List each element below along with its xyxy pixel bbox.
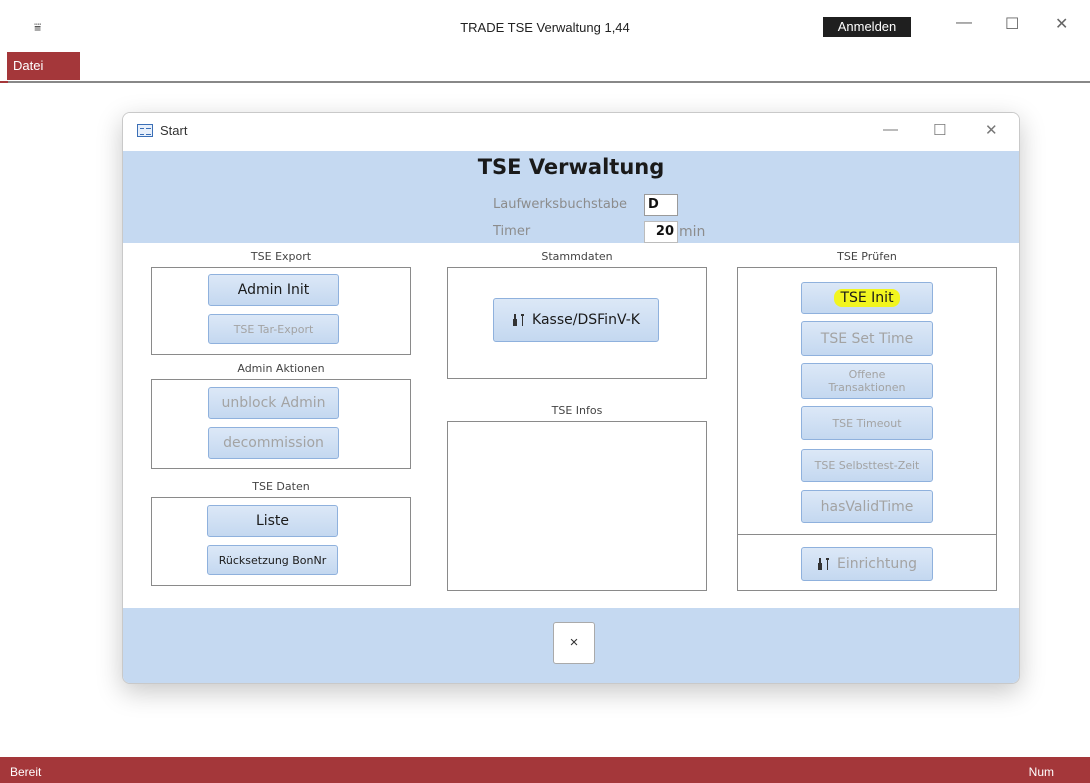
open-transactions-button[interactable]: Offene Transaktionen — [801, 363, 933, 399]
app-title: TRADE TSE Verwaltung 1,44 — [460, 20, 630, 35]
admin-section-label: Admin Aktionen — [237, 362, 325, 375]
num-lock-indicator: Num — [1028, 765, 1054, 779]
start-form-window: Start — ☐ ✕ TSE Verwaltung Laufwerksbuch… — [122, 112, 1020, 684]
file-tab[interactable]: Datei — [7, 52, 80, 80]
set-time-button[interactable]: TSE Set Time — [801, 321, 933, 356]
timeout-button[interactable]: TSE Timeout — [801, 406, 933, 440]
info-frame — [447, 421, 707, 591]
form-header: TSE Verwaltung Laufwerksbuchstabe D Time… — [123, 151, 1019, 243]
setup-label: Einrichtung — [837, 556, 917, 572]
timer-field[interactable]: 20 — [644, 221, 678, 243]
close-form-button[interactable]: × — [553, 622, 595, 664]
form-close-icon[interactable]: ✕ — [985, 121, 998, 139]
admin-frame: unblock Admin decommission — [151, 379, 411, 469]
tools-icon — [513, 314, 525, 326]
list-button[interactable]: Liste — [207, 505, 338, 537]
form-minimize-icon[interactable]: — — [883, 121, 898, 138]
export-frame: Admin Init TSE Tar-Export — [151, 267, 411, 355]
maximize-icon[interactable]: ☐ — [1005, 14, 1019, 34]
form-titlebar: Start — ☐ ✕ — [123, 113, 1019, 151]
data-frame: Liste Rücksetzung BonNr — [151, 497, 411, 586]
master-frame: Kasse/DSFinV-K — [447, 267, 707, 379]
status-bar: Bereit Num — [0, 757, 1090, 783]
selftest-time-button[interactable]: TSE Selbsttest-Zeit — [801, 449, 933, 482]
has-valid-time-button[interactable]: hasValidTime — [801, 490, 933, 523]
check-section-label: TSE Prüfen — [837, 250, 897, 263]
register-button[interactable]: Kasse/DSFinV-K — [493, 298, 659, 342]
ribbon-accent — [0, 81, 8, 83]
form-title: Start — [160, 123, 188, 138]
drive-label: Laufwerksbuchstabe — [493, 197, 628, 212]
form-maximize-icon[interactable]: ☐ — [933, 121, 946, 139]
reset-bon-button[interactable]: Rücksetzung BonNr — [207, 545, 338, 575]
app-titlebar: ⩸ TRADE TSE Verwaltung 1,44 Anmelden — ☐… — [0, 0, 1090, 52]
minimize-icon[interactable]: — — [956, 14, 972, 32]
export-section-label: TSE Export — [250, 250, 312, 263]
register-label: Kasse/DSFinV-K — [532, 312, 640, 328]
close-icon[interactable]: ✕ — [1055, 14, 1068, 34]
signin-button[interactable]: Anmelden — [823, 17, 911, 37]
check-frame: TSE Init TSE Set Time Offene Transaktion… — [737, 267, 997, 591]
form-footer: × — [123, 608, 1019, 683]
decommission-button[interactable]: decommission — [208, 427, 339, 459]
form-detail: TSE Export Admin Init TSE Tar-Export Adm… — [123, 243, 1019, 608]
tse-init-label: TSE Init — [834, 289, 900, 307]
tar-export-button[interactable]: TSE Tar-Export — [208, 314, 339, 344]
tools-icon — [818, 558, 830, 570]
tse-init-button[interactable]: TSE Init — [801, 282, 933, 314]
status-text: Bereit — [10, 765, 42, 779]
drive-field[interactable]: D — [644, 194, 678, 216]
timer-unit: min — [679, 224, 706, 240]
form-icon — [137, 124, 153, 137]
page-title: TSE Verwaltung — [477, 155, 665, 179]
open-tx-line2: Transaktionen — [828, 381, 906, 394]
master-section-label: Stammdaten — [541, 250, 613, 263]
check-divider — [738, 534, 996, 535]
setup-button[interactable]: Einrichtung — [801, 547, 933, 581]
timer-label: Timer — [493, 224, 531, 239]
info-section-label: TSE Infos — [551, 404, 603, 417]
data-section-label: TSE Daten — [252, 480, 310, 493]
admin-init-button[interactable]: Admin Init — [208, 274, 339, 306]
ribbon-divider — [0, 81, 1090, 83]
open-tx-line1: Offene — [848, 368, 886, 381]
unblock-admin-button[interactable]: unblock Admin — [208, 387, 339, 419]
